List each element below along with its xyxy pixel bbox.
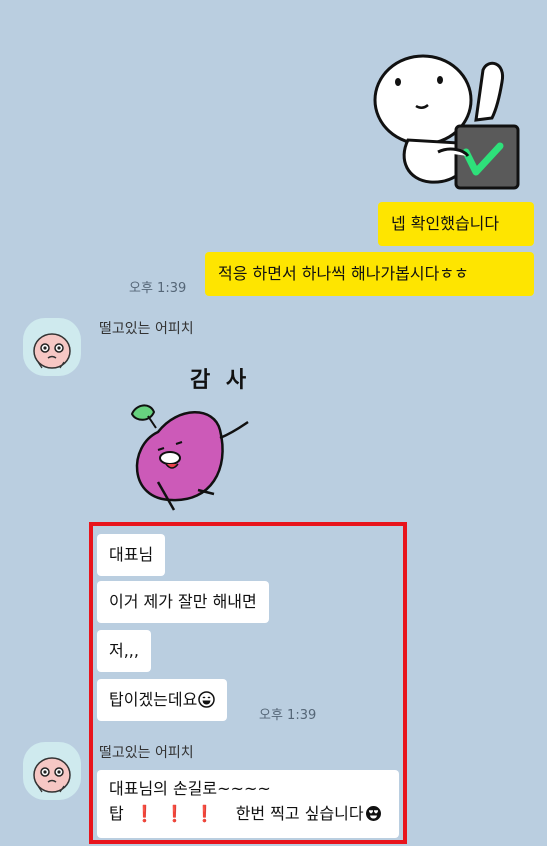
message-timestamp: 오후 1:39 — [129, 281, 187, 296]
message-line: 탑 ❗❗❗ 한번 찍고 싶습니다 — [109, 801, 387, 826]
sender-name: 떨고있는 어피치 — [99, 321, 194, 337]
message-text: 적응 하면서 하나씩 해나가봅시다ㅎㅎ — [218, 264, 469, 283]
message-text: 넵 확인했습니다 — [391, 214, 500, 233]
message-text: 대표님 — [109, 545, 154, 564]
other-message-bubble[interactable]: 대표님의 손길로~~~~ 탑 ❗❗❗ 한번 찍고 싶습니다 — [97, 770, 399, 838]
message-timestamp: 오후 1:39 — [259, 708, 317, 723]
message-text: 탑이겠는데요 — [109, 690, 198, 709]
avatar[interactable] — [23, 318, 81, 376]
heart-eyes-face-icon — [365, 804, 382, 821]
message-text: 저,,, — [109, 641, 139, 660]
message-text: 이거 제가 잘만 해내면 — [109, 592, 257, 611]
other-message-bubble[interactable]: 탑이겠는데요 — [97, 679, 228, 721]
other-message-bubble[interactable]: 이거 제가 잘만 해내면 — [97, 581, 269, 623]
message-text: 탑 — [109, 804, 124, 823]
message-text: 한번 찍고 싶습니다 — [235, 804, 364, 823]
apeach-face-icon — [33, 757, 71, 793]
message-line: 대표님의 손길로~~~~ — [109, 779, 271, 798]
my-message-bubble[interactable]: 적응 하면서 하나씩 해나가봅시다ㅎㅎ — [205, 252, 534, 296]
grinning-face-icon — [198, 682, 216, 708]
avatar[interactable] — [23, 742, 81, 800]
apeach-thanks-sticker: 감 사 — [118, 360, 268, 516]
exclamation-icons: ❗❗❗ — [134, 804, 225, 823]
sender-name: 떨고있는 어피치 — [99, 745, 194, 761]
peach-character-icon — [130, 404, 249, 511]
other-message-bubble[interactable]: 대표님 — [97, 534, 166, 576]
other-message-bubble[interactable]: 저,,, — [97, 630, 151, 672]
apeach-face-icon — [33, 333, 71, 369]
my-message-bubble[interactable]: 넵 확인했습니다 — [378, 202, 534, 246]
checkmark-character-sticker — [373, 54, 520, 190]
